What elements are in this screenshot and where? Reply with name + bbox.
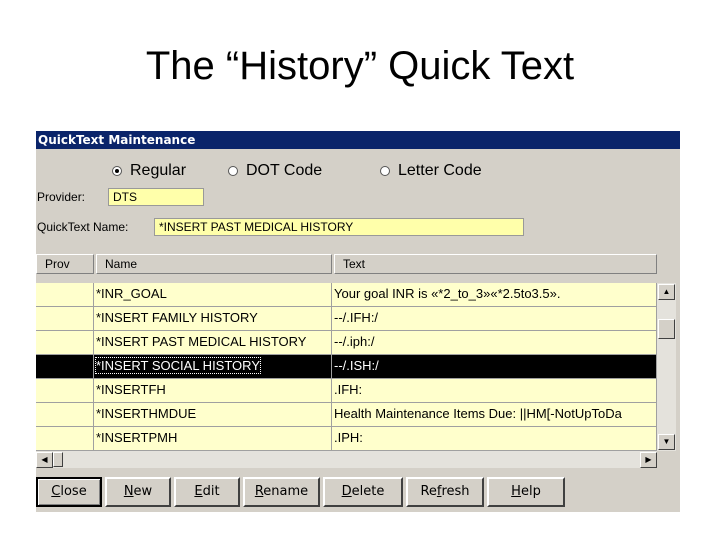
new-button[interactable]: New	[105, 477, 171, 507]
cell-text: --/.iph:/	[332, 331, 657, 355]
table-row-selected[interactable]: *INSERT SOCIAL HISTORY --/.ISH:/	[36, 355, 657, 379]
table-row[interactable]: *INSERTHMDUE Health Maintenance Items Du…	[36, 403, 657, 427]
cell-text: Health Maintenance Items Due: ||HM[-NotU…	[332, 403, 657, 427]
delete-button-post: elete	[351, 484, 385, 499]
vertical-scroll-thumb[interactable]	[658, 319, 675, 339]
column-header-text[interactable]: Text	[334, 254, 657, 274]
cell-name-text: *INSERT SOCIAL HISTORY	[95, 357, 261, 374]
window-title: QuickText Maintenance	[36, 131, 680, 149]
cell-text: --/.IFH:/	[332, 307, 657, 331]
cell-name: *INSERTPMH	[94, 427, 332, 451]
cell-prov	[36, 331, 94, 355]
cell-name: *INSERTHMDUE	[94, 403, 332, 427]
cell-text: .IPH:	[332, 427, 657, 451]
column-header-name[interactable]: Name	[96, 254, 332, 274]
delete-button-mnemonic: D	[341, 484, 352, 499]
delete-button[interactable]: Delete	[323, 477, 403, 507]
cell-prov	[36, 427, 94, 451]
new-button-post: ew	[133, 484, 153, 499]
radio-regular-dot[interactable]	[112, 166, 122, 176]
cell-prov	[36, 403, 94, 427]
scroll-left-icon[interactable]: ◀	[36, 452, 53, 468]
quicktext-name-label: QuickText Name:	[37, 220, 129, 234]
horizontal-scrollbar[interactable]: ◀ ▶	[36, 451, 657, 468]
cell-name: *INSERT PAST MEDICAL HISTORY	[94, 331, 332, 355]
rename-button-mnemonic: R	[254, 484, 264, 499]
cell-name: *INR_GOAL	[94, 283, 332, 307]
close-button[interactable]: Close	[36, 477, 102, 507]
rename-button-post: ename	[263, 484, 309, 499]
radio-letter-code-dot[interactable]	[380, 166, 390, 176]
cell-name: *INSERTFH	[94, 379, 332, 403]
cell-prov	[36, 283, 94, 307]
radio-letter-code[interactable]: Letter Code	[380, 162, 482, 180]
help-button-post: elp	[520, 484, 541, 499]
cell-text: --/.ISH:/	[332, 355, 657, 379]
cell-name: *INSERT SOCIAL HISTORY	[94, 355, 332, 379]
column-header-prov[interactable]: Prov	[36, 254, 94, 274]
radio-letter-code-label: Letter Code	[398, 162, 482, 179]
cell-text: .IFH:	[332, 379, 657, 403]
cell-prov	[36, 355, 94, 379]
quicktext-grid: *INR_GOAL Your goal INR is «*2_to_3»«*2.…	[36, 283, 657, 451]
slide-title: The “History” Quick Text	[145, 44, 575, 88]
radio-regular[interactable]: Regular	[112, 162, 186, 180]
cell-prov	[36, 379, 94, 403]
refresh-button[interactable]: Refresh	[406, 477, 484, 507]
radio-dot-code-label: DOT Code	[246, 162, 323, 179]
horizontal-scroll-thumb[interactable]	[53, 452, 63, 467]
table-row[interactable]: *INR_GOAL Your goal INR is «*2_to_3»«*2.…	[36, 283, 657, 307]
scroll-up-icon[interactable]: ▲	[658, 284, 675, 300]
help-button-mnemonic: H	[511, 484, 521, 499]
scroll-down-icon[interactable]: ▼	[658, 434, 675, 450]
provider-label: Provider:	[37, 190, 86, 204]
cell-name: *INSERT FAMILY HISTORY	[94, 307, 332, 331]
cell-prov	[36, 307, 94, 331]
edit-button[interactable]: Edit	[174, 477, 240, 507]
close-button-post: lose	[60, 484, 87, 499]
radio-dot-code[interactable]: DOT Code	[228, 162, 322, 180]
refresh-button-post: resh	[441, 484, 470, 499]
cell-text: Your goal INR is «*2_to_3»«*2.5to3.5».	[332, 283, 657, 307]
radio-dot-code-dot[interactable]	[228, 166, 238, 176]
rename-button[interactable]: Rename	[243, 477, 320, 507]
new-button-mnemonic: N	[123, 484, 134, 499]
close-button-mnemonic: C	[51, 484, 61, 499]
edit-button-post: dit	[202, 484, 220, 499]
table-row[interactable]: *INSERT PAST MEDICAL HISTORY --/.iph:/	[36, 331, 657, 355]
quicktext-name-field[interactable]: *INSERT PAST MEDICAL HISTORY	[154, 218, 524, 236]
radio-regular-label: Regular	[130, 162, 187, 179]
scroll-right-icon[interactable]: ▶	[640, 452, 657, 468]
edit-button-mnemonic: E	[194, 484, 203, 499]
refresh-button-pre: Re	[420, 484, 437, 499]
table-row[interactable]: *INSERTPMH .IPH:	[36, 427, 657, 451]
table-row[interactable]: *INSERT FAMILY HISTORY --/.IFH:/	[36, 307, 657, 331]
table-row[interactable]: *INSERTFH .IFH:	[36, 379, 657, 403]
help-button[interactable]: Help	[487, 477, 565, 507]
provider-field[interactable]: DTS	[108, 188, 204, 206]
vertical-scrollbar[interactable]: ▲ ▼	[657, 283, 676, 451]
